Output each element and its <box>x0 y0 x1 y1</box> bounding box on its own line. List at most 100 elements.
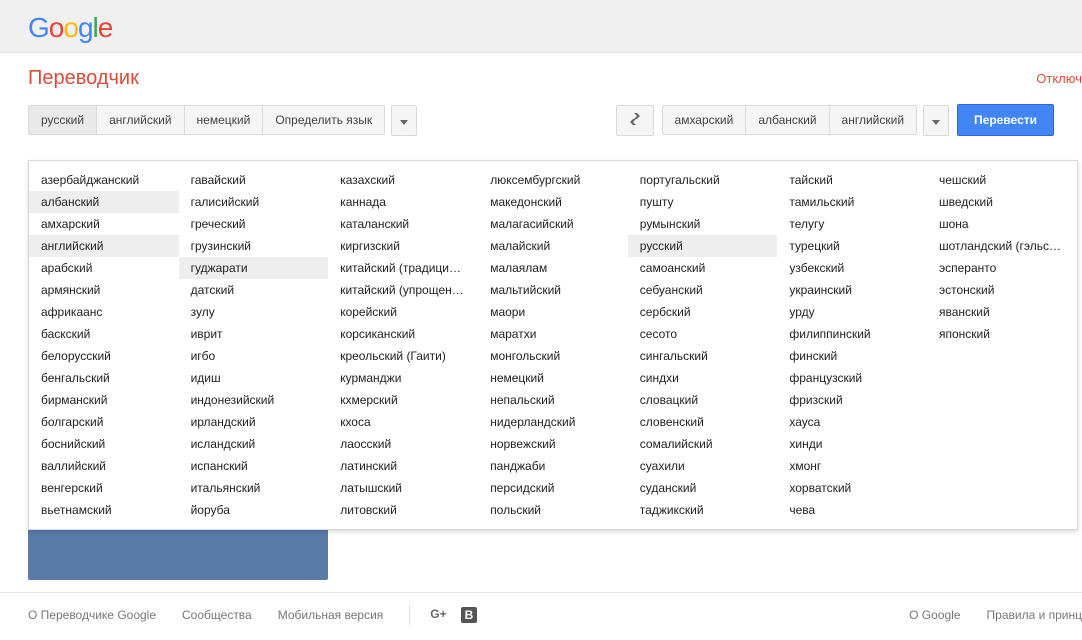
lang-option[interactable]: узбекский <box>777 257 927 279</box>
lang-option[interactable]: болгарский <box>29 411 179 433</box>
lang-option[interactable]: монгольский <box>478 345 628 367</box>
lang-option[interactable]: самоанский <box>628 257 778 279</box>
lang-option[interactable]: норвежский <box>478 433 628 455</box>
lang-option[interactable]: венгерский <box>29 477 179 499</box>
lang-option[interactable]: киргизский <box>328 235 478 257</box>
lang-option[interactable]: фризский <box>777 389 927 411</box>
source-tab-german[interactable]: немецкий <box>185 106 264 134</box>
source-tab-detect[interactable]: Определить язык <box>263 106 384 134</box>
footer-community[interactable]: Сообщества <box>182 608 252 622</box>
lang-option[interactable]: шона <box>927 213 1077 235</box>
lang-option[interactable]: китайский (упрощенный) <box>328 279 478 301</box>
lang-option[interactable]: кхмерский <box>328 389 478 411</box>
blogger-icon[interactable]: B <box>461 607 478 623</box>
lang-option[interactable]: эсперанто <box>927 257 1077 279</box>
lang-option[interactable]: украинский <box>777 279 927 301</box>
lang-option[interactable]: польский <box>478 499 628 521</box>
swap-languages-button[interactable] <box>616 105 654 136</box>
lang-option[interactable]: телугу <box>777 213 927 235</box>
lang-option[interactable]: французский <box>777 367 927 389</box>
lang-option[interactable]: азербайджанский <box>29 169 179 191</box>
lang-option[interactable]: мальтийский <box>478 279 628 301</box>
lang-option[interactable]: итальянский <box>179 477 329 499</box>
lang-option[interactable]: яванский <box>927 301 1077 323</box>
lang-option[interactable]: греческий <box>179 213 329 235</box>
lang-option[interactable]: амхарский <box>29 213 179 235</box>
lang-option[interactable]: армянский <box>29 279 179 301</box>
lang-option[interactable]: хмонг <box>777 455 927 477</box>
lang-option[interactable]: тайский <box>777 169 927 191</box>
lang-option[interactable]: хорватский <box>777 477 927 499</box>
lang-option[interactable]: румынский <box>628 213 778 235</box>
lang-option[interactable]: гуджарати <box>179 257 329 279</box>
lang-option[interactable]: африкаанс <box>29 301 179 323</box>
lang-option[interactable]: исландский <box>179 433 329 455</box>
lang-option[interactable]: лаосский <box>328 433 478 455</box>
lang-option[interactable]: каталанский <box>328 213 478 235</box>
lang-option[interactable]: арабский <box>29 257 179 279</box>
lang-option[interactable]: ирландский <box>179 411 329 433</box>
lang-option[interactable]: йоруба <box>179 499 329 521</box>
lang-option[interactable]: эстонский <box>927 279 1077 301</box>
lang-option[interactable]: непальский <box>478 389 628 411</box>
lang-option[interactable]: турецкий <box>777 235 927 257</box>
lang-option[interactable]: персидский <box>478 477 628 499</box>
lang-option[interactable]: английский <box>29 235 179 257</box>
lang-option[interactable]: валлийский <box>29 455 179 477</box>
footer-about-translate[interactable]: О Переводчике Google <box>28 608 156 622</box>
lang-option[interactable]: панджаби <box>478 455 628 477</box>
disable-link[interactable]: Отключ <box>1036 71 1082 86</box>
lang-option[interactable]: зулу <box>179 301 329 323</box>
lang-option[interactable]: албанский <box>29 191 179 213</box>
lang-option[interactable]: курманджи <box>328 367 478 389</box>
lang-option[interactable]: чева <box>777 499 927 521</box>
lang-option[interactable]: сербский <box>628 301 778 323</box>
lang-option[interactable]: хинди <box>777 433 927 455</box>
lang-option[interactable]: грузинский <box>179 235 329 257</box>
source-tab-russian[interactable]: русский <box>29 106 97 134</box>
lang-option[interactable]: синдхи <box>628 367 778 389</box>
lang-option[interactable]: тамильский <box>777 191 927 213</box>
lang-option[interactable]: кхоса <box>328 411 478 433</box>
lang-option[interactable]: гавайский <box>179 169 329 191</box>
lang-option[interactable]: сесото <box>628 323 778 345</box>
lang-option[interactable]: хауса <box>777 411 927 433</box>
lang-option[interactable]: македонский <box>478 191 628 213</box>
lang-option[interactable]: бенгальский <box>29 367 179 389</box>
lang-option[interactable]: себуанский <box>628 279 778 301</box>
footer-about-google[interactable]: О Google <box>909 608 960 622</box>
lang-option[interactable]: сингальский <box>628 345 778 367</box>
lang-option[interactable]: корейский <box>328 301 478 323</box>
lang-option[interactable]: шотландский (гэльский) <box>927 235 1077 257</box>
target-tab-albanian[interactable]: албанский <box>746 106 829 134</box>
lang-option[interactable]: белорусский <box>29 345 179 367</box>
target-tab-english[interactable]: английский <box>830 106 916 134</box>
lang-option[interactable]: словацкий <box>628 389 778 411</box>
lang-option[interactable]: бирманский <box>29 389 179 411</box>
lang-option[interactable]: шведский <box>927 191 1077 213</box>
translate-button[interactable]: Перевести <box>957 104 1054 136</box>
target-lang-dropdown-toggle[interactable] <box>923 105 949 136</box>
lang-option[interactable]: латышский <box>328 477 478 499</box>
google-plus-icon[interactable]: G+ <box>430 607 446 623</box>
lang-option[interactable]: литовский <box>328 499 478 521</box>
lang-option[interactable]: латинский <box>328 455 478 477</box>
source-lang-dropdown-toggle[interactable] <box>391 105 417 136</box>
lang-option[interactable]: боснийский <box>29 433 179 455</box>
lang-option[interactable]: немецкий <box>478 367 628 389</box>
lang-option[interactable]: датский <box>179 279 329 301</box>
lang-option[interactable]: чешский <box>927 169 1077 191</box>
lang-option[interactable]: суданский <box>628 477 778 499</box>
lang-option[interactable]: индонезийский <box>179 389 329 411</box>
lang-option[interactable]: галисийский <box>179 191 329 213</box>
lang-option[interactable]: нидерландский <box>478 411 628 433</box>
lang-option[interactable]: китайский (традиционный) <box>328 257 478 279</box>
lang-option[interactable]: таджикский <box>628 499 778 521</box>
lang-option[interactable]: сомалийский <box>628 433 778 455</box>
lang-option[interactable]: малагасийский <box>478 213 628 235</box>
lang-option[interactable]: каннада <box>328 191 478 213</box>
lang-option[interactable]: люксембургский <box>478 169 628 191</box>
lang-option[interactable]: игбо <box>179 345 329 367</box>
target-tab-amharic[interactable]: амхарский <box>663 106 747 134</box>
lang-option[interactable]: креольский (Гаити) <box>328 345 478 367</box>
